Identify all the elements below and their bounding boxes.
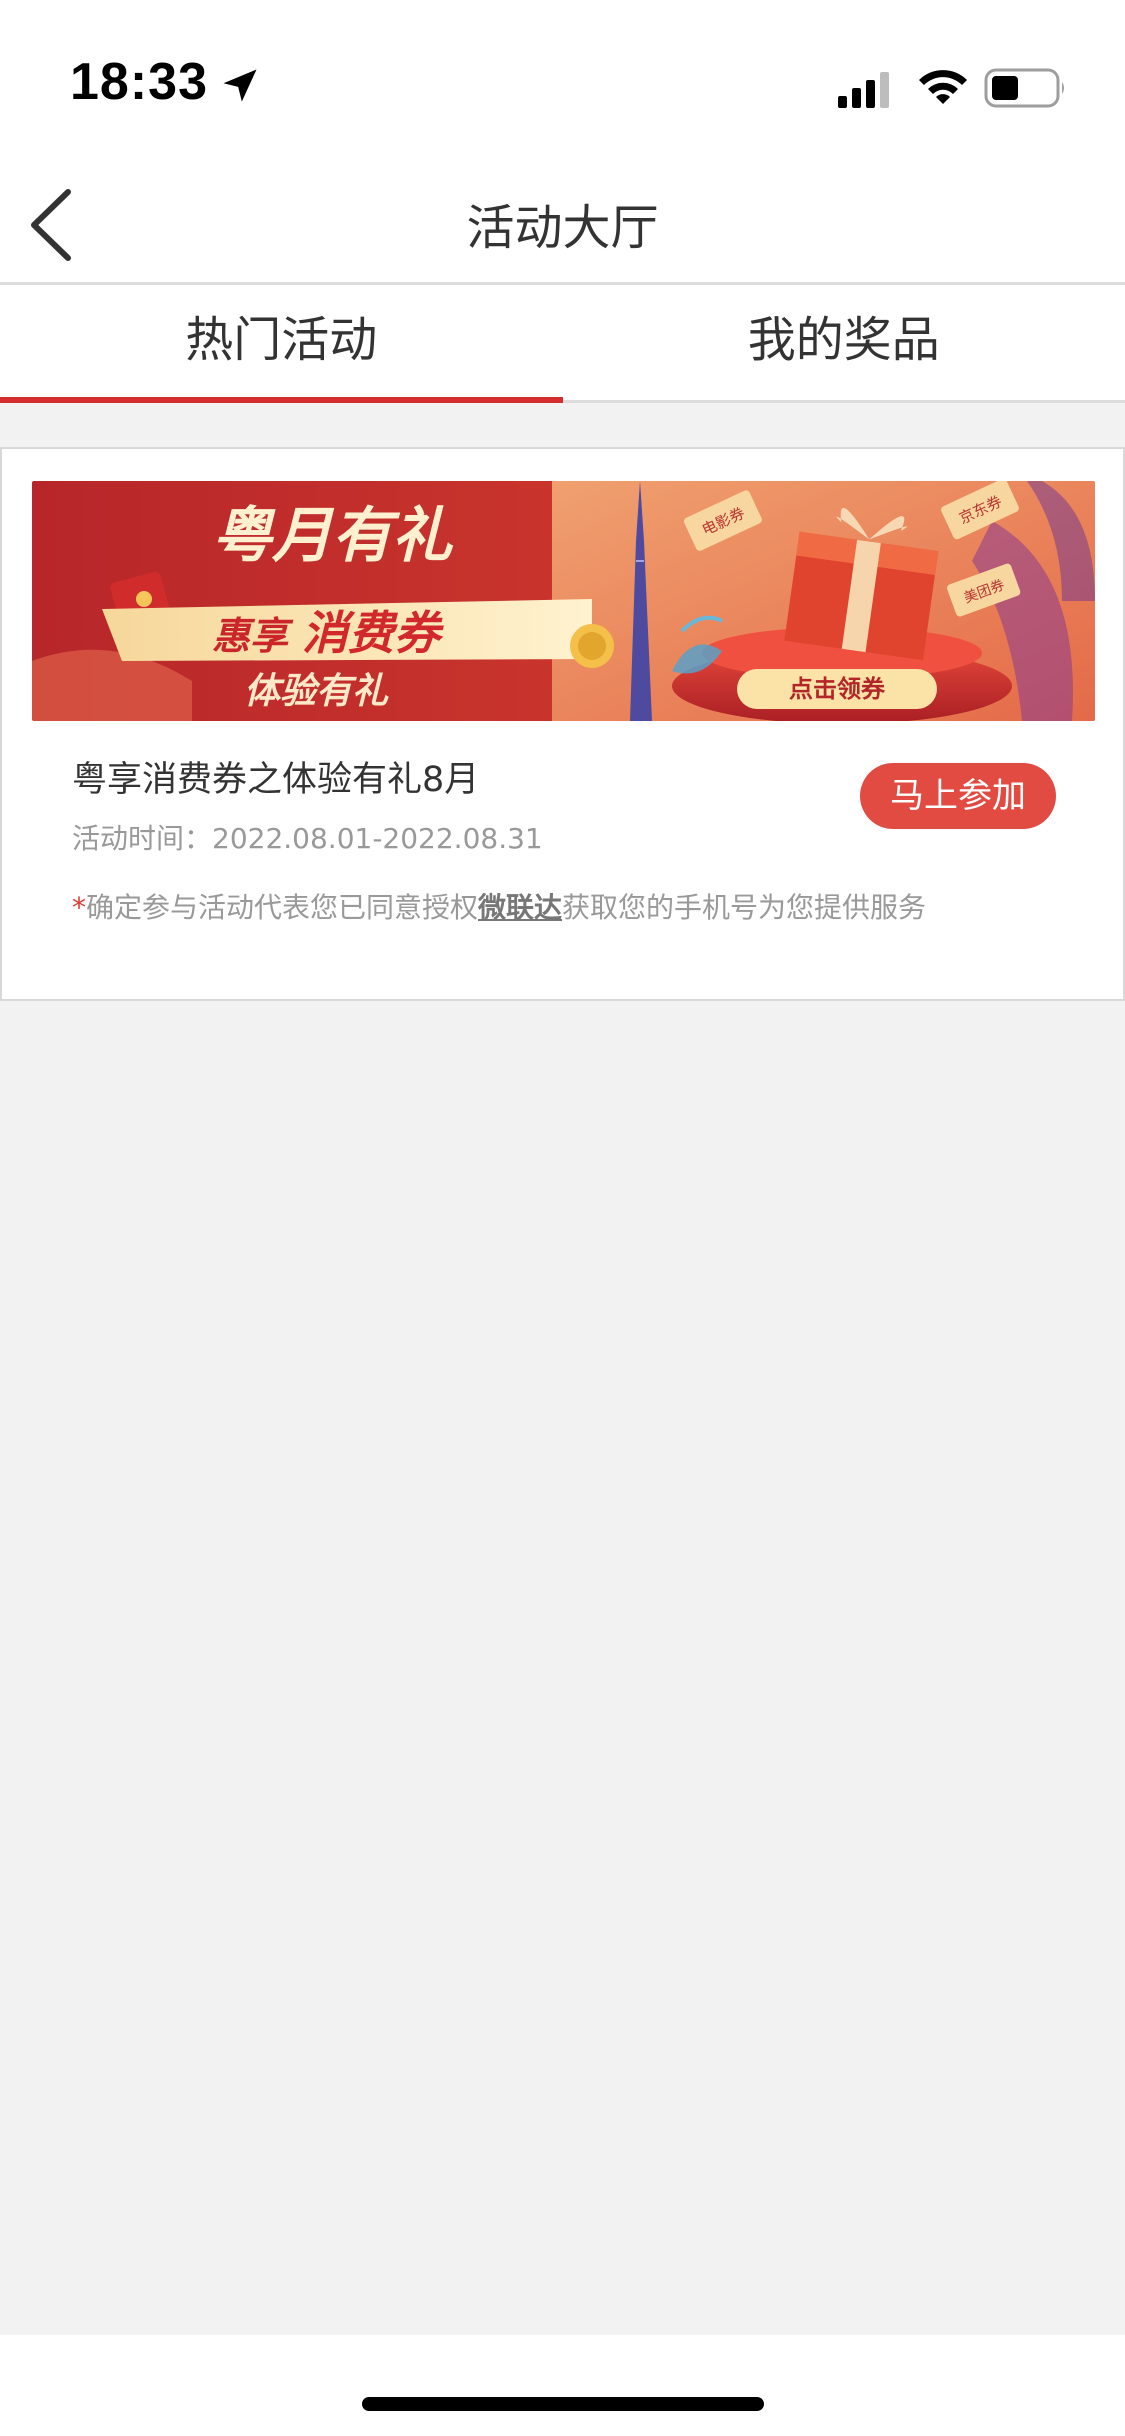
activity-banner[interactable]: 粤月有礼 惠享 消费券 体验有礼 点击领券 电影券 京东券 美团券	[32, 481, 1095, 721]
bottom-safe-area	[0, 2335, 1125, 2436]
activity-title: 粤享消费券之体验有礼8月	[72, 760, 480, 800]
battery-icon	[984, 68, 1064, 108]
tab-bar: 热门活动 我的奖品	[0, 285, 1125, 403]
activity-card[interactable]: 粤月有礼 惠享 消费券 体验有礼 点击领券 电影券 京东券 美团券 粤享消费券之…	[0, 447, 1125, 1001]
banner-artwork: 粤月有礼 惠享 消费券 体验有礼 点击领券 电影券 京东券 美团券	[32, 481, 1095, 721]
required-star: *	[72, 891, 86, 924]
home-indicator[interactable]	[362, 2397, 764, 2411]
location-arrow-icon	[223, 69, 257, 102]
tab-hot-activities[interactable]: 热门活动	[0, 285, 563, 403]
banner-subline-prefix: 惠享	[212, 614, 294, 658]
status-time: 18:33	[70, 53, 208, 111]
cellular-signal-icon	[838, 72, 889, 108]
tab-my-prizes[interactable]: 我的奖品	[563, 285, 1125, 400]
join-button[interactable]: 马上参加	[860, 763, 1056, 829]
wifi-icon	[919, 70, 967, 104]
consent-text-before: 确定参与活动代表您已同意授权	[86, 891, 479, 924]
banner-subline-highlight: 消费券	[302, 606, 444, 660]
banner-cta: 点击领券	[789, 675, 886, 703]
nav-bar: 活动大厅	[0, 160, 1125, 285]
activity-time: 活动时间：2022.08.01-2022.08.31	[72, 822, 543, 855]
page-title: 活动大厅	[466, 200, 659, 256]
consent-notice: *确定参与活动代表您已同意授权微联达获取您的手机号为您提供服务	[72, 886, 926, 926]
banner-headline: 粤月有礼	[212, 501, 454, 571]
consent-text-after: 获取您的手机号为您提供服务	[562, 891, 927, 924]
consent-brand-link[interactable]: 微联达	[478, 891, 562, 924]
banner-caption: 体验有礼	[244, 671, 389, 712]
status-bar: 18:33	[0, 0, 1125, 160]
